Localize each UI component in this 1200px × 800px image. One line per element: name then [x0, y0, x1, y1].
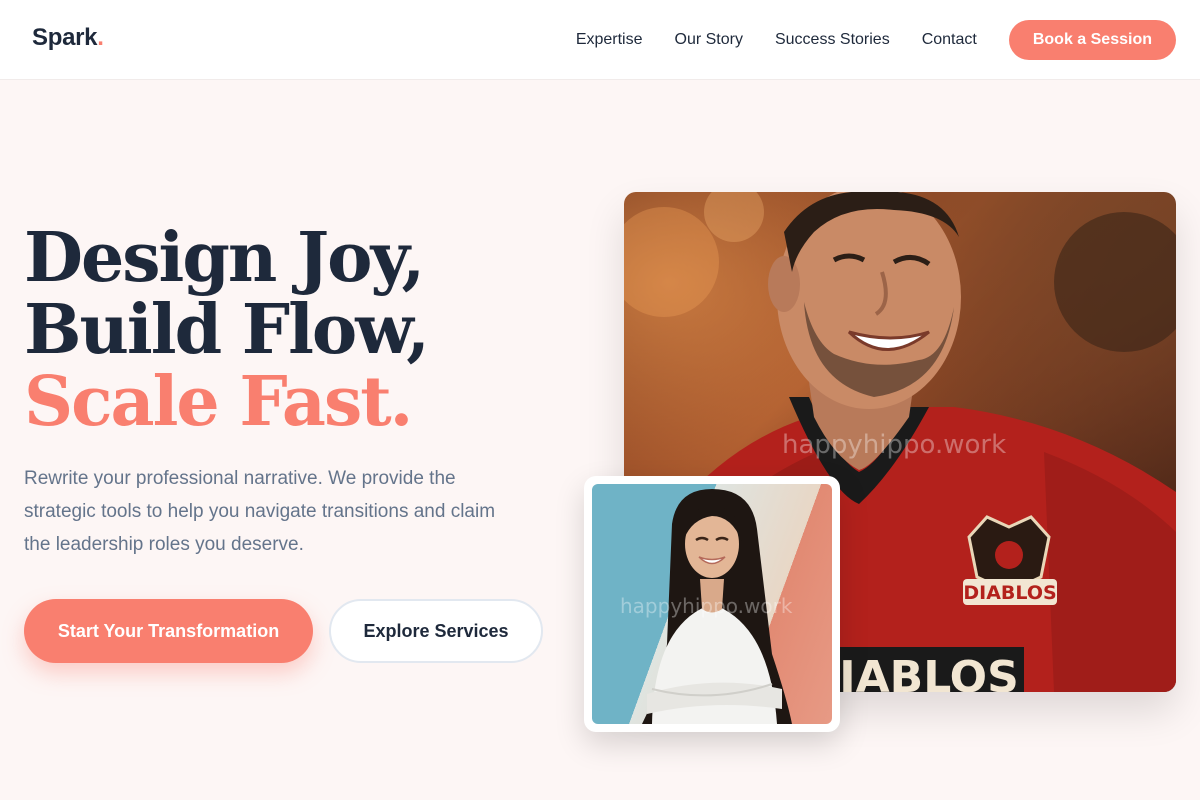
headline-line-1: Design Joy, [24, 218, 425, 298]
main-nav: Expertise Our Story Success Stories Cont… [576, 0, 1176, 80]
nav-link-expertise[interactable]: Expertise [576, 31, 643, 49]
nav-link-our-story[interactable]: Our Story [675, 31, 743, 49]
site-header: Spark. Expertise Our Story Success Stori… [0, 0, 1200, 80]
headline-line-2: Build Flow, [24, 290, 430, 370]
nav-link-success-stories[interactable]: Success Stories [775, 31, 890, 49]
hero-photo-inset: happyhippo.work [584, 476, 840, 732]
explore-services-button[interactable]: Explore Services [329, 599, 543, 663]
jersey-bottom-text: IABLOS [839, 652, 1019, 692]
hero-headline: Design Joy, Build Flow, Scale Fast. [24, 222, 430, 438]
logo[interactable]: Spark. [32, 24, 104, 52]
logo-text: Spark [32, 24, 98, 51]
book-session-button[interactable]: Book a Session [1008, 20, 1176, 60]
main-photo-watermark: happyhippo.work [782, 430, 1007, 460]
headline-line-3: Scale Fast. [24, 362, 413, 442]
woman-photo: happyhippo.work [592, 484, 832, 724]
jersey-emblem-text: DIABLOS [963, 582, 1056, 604]
hero-subtext: Rewrite your professional narrative. We … [24, 468, 496, 555]
logo-dot: . [97, 24, 104, 51]
inset-photo-watermark: happyhippo.work [620, 594, 793, 618]
start-transformation-button[interactable]: Start Your Transformation [24, 599, 313, 663]
nav-link-contact[interactable]: Contact [922, 31, 977, 49]
